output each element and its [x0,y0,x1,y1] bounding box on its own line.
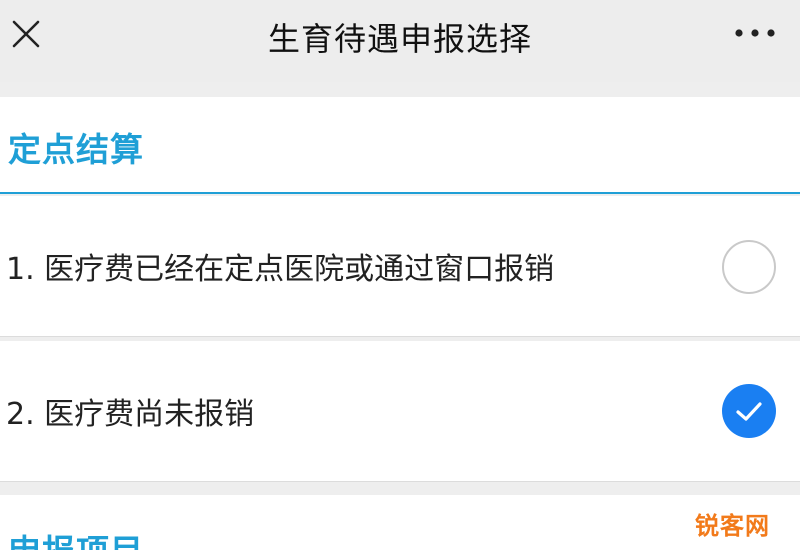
option-row-not-reimbursed[interactable]: 2. 医疗费尚未报销 [0,341,800,482]
more-dots-icon [735,29,775,37]
close-button[interactable] [2,8,52,58]
radio-unselected[interactable] [722,240,776,294]
app-screen: 生育待遇申报选择 定点结算 1. 医疗费已经在定点医院或通过窗口报销 2. 医疗… [0,0,800,550]
watermark-logo: 锐客网 [695,512,770,540]
page-title: 生育待遇申报选择 [267,20,532,58]
section-title: 定点结算 [8,130,144,169]
top-nav-bar: 生育待遇申报选择 [0,0,800,82]
section-underline [0,192,800,194]
checkmark-icon [736,402,762,421]
close-icon [12,20,40,48]
option-row-already-reimbursed[interactable]: 1. 医疗费已经在定点医院或通过窗口报销 [0,196,800,337]
section-header-settlement: 定点结算 [0,97,800,194]
option-label: 2. 医疗费尚未报销 [6,397,255,432]
section-title: 申报项目 [8,525,144,550]
radio-selected[interactable] [722,384,776,438]
option-label: 1. 医疗费已经在定点医院或通过窗口报销 [6,252,555,287]
section-header-items: 申报项目 [0,495,800,550]
more-button[interactable] [728,18,782,48]
